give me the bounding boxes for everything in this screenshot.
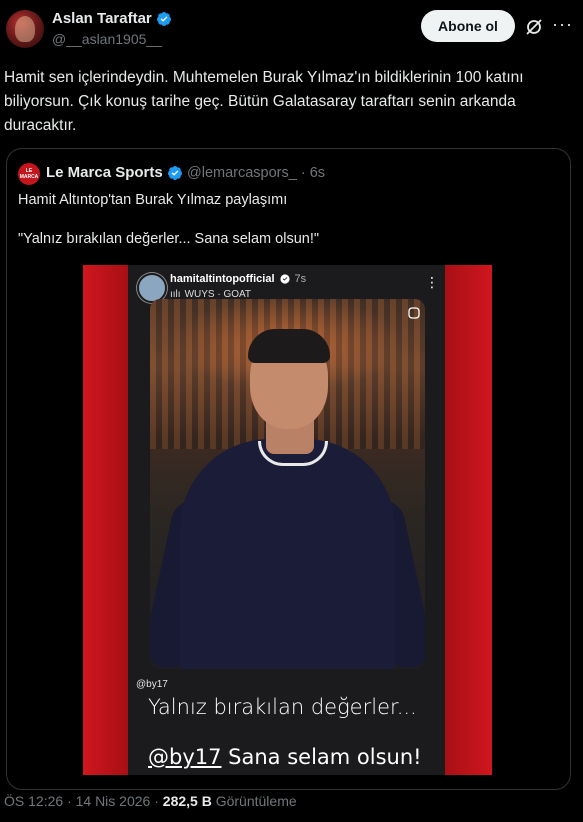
grok-icon[interactable] <box>524 17 544 37</box>
follow-button[interactable]: Abone ol <box>421 10 515 42</box>
verified-badge-icon <box>156 11 171 26</box>
ig-header: hamitaltintopofficial 7s <box>170 273 306 285</box>
views-label: Görüntüleme <box>215 793 297 809</box>
quote-avatar[interactable]: LE MARCA <box>18 163 40 185</box>
caption-line2-row: @by17 Sana selam olsun! <box>148 745 422 769</box>
author-avatar[interactable] <box>6 10 44 48</box>
verified-badge-icon <box>167 165 182 180</box>
ig-verified-icon <box>279 274 290 284</box>
quoted-tweet[interactable]: LE MARCA Le Marca Sports @lemarcaspors_ … <box>6 148 571 790</box>
instagram-story-screenshot: hamitaltintopofficial 7s ıılı WUYS · GOA… <box>128 265 445 775</box>
photo-sweater <box>180 439 395 669</box>
ig-time: 7s <box>294 273 307 285</box>
caption-line2: Sana selam olsun! <box>228 745 422 769</box>
author-handle[interactable]: @__aslan1905__ <box>52 31 162 47</box>
ig-photo-corner-icon <box>408 307 420 319</box>
player-photo <box>150 299 425 669</box>
author-name[interactable]: Aslan Taraftar <box>52 10 152 27</box>
view-count[interactable]: 282,5 B <box>163 793 212 809</box>
quote-author-name[interactable]: Le Marca Sports <box>46 164 163 181</box>
quote-text-line1: Hamit Altıntop'tan Burak Yılmaz paylaşım… <box>18 192 288 208</box>
separator-dot: · <box>67 793 76 809</box>
media-red-border-right <box>445 265 492 775</box>
separator-dot: · <box>300 165 310 181</box>
quote-media-image[interactable]: hamitaltintopofficial 7s ıılı WUYS · GOA… <box>83 265 492 775</box>
quote-time[interactable]: 6s <box>310 165 325 181</box>
quote-text-line2: "Yalnız bırakılan değerler... Sana selam… <box>18 231 319 247</box>
more-options-icon[interactable]: ··· <box>552 15 572 36</box>
caption-line1: Yalnız bırakılan değerler... <box>148 695 417 719</box>
photo-hair <box>248 329 330 363</box>
ig-more-icon: ⋮ <box>425 274 439 290</box>
quote-handle-time: @lemarcaspors_ · 6s <box>187 165 325 181</box>
tweet-date[interactable]: 14 Nis 2026 <box>76 793 151 809</box>
separator-dot: · <box>154 793 163 809</box>
tweet-text: Hamit sen içlerindeydin. Muhtemelen Bura… <box>4 69 524 134</box>
media-red-border-left <box>83 265 128 775</box>
caption-mention: @by17 <box>148 745 222 769</box>
author-name-row[interactable]: Aslan Taraftar <box>52 10 172 27</box>
ig-username: hamitaltintopofficial <box>170 273 275 285</box>
quote-author-handle[interactable]: @lemarcaspors_ <box>187 165 297 181</box>
tweet-meta: ÖS 12:26 · 14 Nis 2026 · 282,5 B Görüntü… <box>4 793 297 809</box>
tweet-time[interactable]: ÖS 12:26 <box>4 793 63 809</box>
caption-tag: @by17 <box>136 679 168 690</box>
quote-name-row[interactable]: Le Marca Sports <box>46 164 183 181</box>
